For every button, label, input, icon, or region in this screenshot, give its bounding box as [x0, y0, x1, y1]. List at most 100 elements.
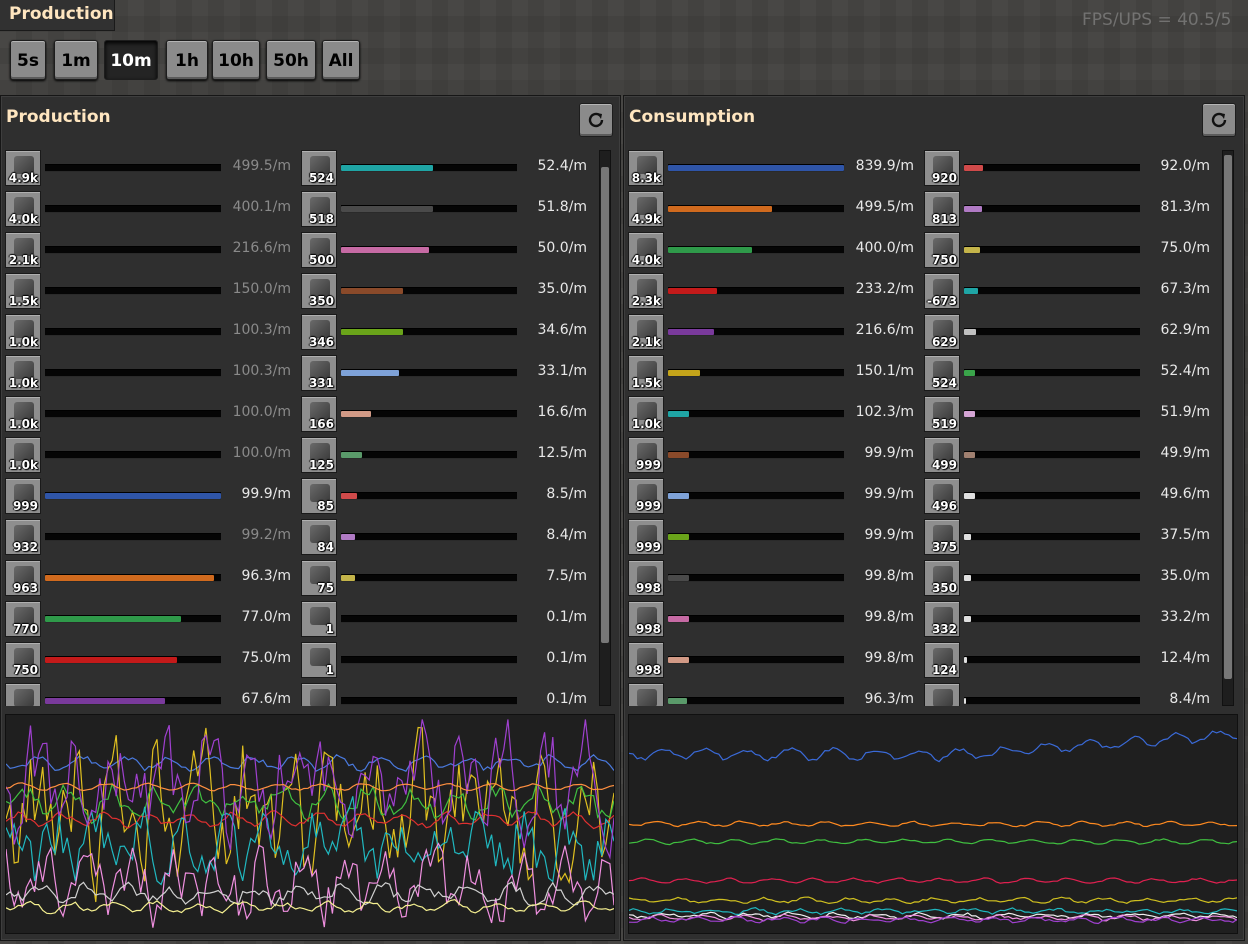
item-row[interactable]: 1.5k 150.0/m [5, 271, 301, 309]
time-button-10m[interactable]: 10m [104, 40, 158, 80]
item-row[interactable]: 8.4/m [924, 681, 1220, 706]
steel-plate-icon[interactable]: 998 [628, 560, 664, 596]
item-row[interactable]: 750 75.0/m [5, 640, 301, 678]
item-row[interactable]: 4.9k 499.5/m [5, 148, 301, 186]
item-row[interactable]: 4.0k 400.0/m [628, 230, 924, 268]
item-row[interactable]: 346 34.6/m [301, 312, 597, 350]
item-row[interactable]: 524 52.4/m [301, 148, 597, 186]
item-row[interactable]: 1.5k 150.1/m [628, 353, 924, 391]
item-row[interactable]: 998 99.8/m [628, 640, 924, 678]
item-row[interactable]: 813 81.3/m [924, 189, 1220, 227]
item-row[interactable]: 519 51.9/m [924, 394, 1220, 432]
item-row[interactable]: 920 92.0/m [924, 148, 1220, 186]
item-row[interactable]: 1 0.1/m [301, 599, 597, 637]
wood-plank-icon[interactable]: 500 [301, 232, 337, 268]
electronic-circuit-icon[interactable]: 1.0k [5, 437, 41, 473]
copper-plate-icon[interactable]: 2.1k [5, 232, 41, 268]
time-button-1h[interactable]: 1h [166, 40, 208, 80]
item-row[interactable]: 350 35.0/m [301, 271, 597, 309]
item-row[interactable]: 0.1/m [301, 681, 597, 706]
iron-ore-icon[interactable]: 524 [924, 355, 960, 391]
stone-dust-icon[interactable]: 84 [301, 519, 337, 555]
iron-plate-icon[interactable]: 770 [5, 601, 41, 637]
engine-icon[interactable]: 932 [5, 519, 41, 555]
production-reset-button[interactable] [579, 103, 613, 137]
item-row[interactable]: 1 0.1/m [301, 640, 597, 678]
item-row[interactable]: 84 8.4/m [301, 517, 597, 555]
plastic-bar-icon[interactable]: 963 [5, 560, 41, 596]
stone-brick-icon[interactable]: 750 [924, 232, 960, 268]
window-title-tab[interactable]: Production [0, 0, 115, 31]
time-button-10h[interactable]: 10h [212, 40, 260, 80]
item-row[interactable]: 499 49.9/m [924, 435, 1220, 473]
item-row[interactable]: 1.0k 100.3/m [5, 353, 301, 391]
battery-icon[interactable]: 496 [924, 478, 960, 514]
item-row[interactable]: 524 52.4/m [924, 353, 1220, 391]
item-row[interactable]: 4.9k 499.5/m [628, 189, 924, 227]
stone-brick-icon[interactable]: 1.5k [5, 273, 41, 309]
item-row[interactable]: 963 96.3/m [5, 558, 301, 596]
stone-icon[interactable]: 750 [5, 642, 41, 678]
item-row[interactable]: 932 99.2/m [5, 517, 301, 555]
wood-box-icon[interactable]: 999 [628, 478, 664, 514]
item-row[interactable]: 770 77.0/m [5, 599, 301, 637]
item-row[interactable]: 331 33.1/m [301, 353, 597, 391]
sapling-icon[interactable] [5, 683, 41, 706]
wood-box-icon[interactable]: 1.0k [5, 396, 41, 432]
copper-ore-icon[interactable]: 124 [924, 642, 960, 678]
steel-plate-icon[interactable]: 1.0k [5, 314, 41, 350]
item-row[interactable]: 4.0k 400.1/m [5, 189, 301, 227]
item-row[interactable]: 2.1k 216.6/m [5, 230, 301, 268]
item-row[interactable]: 1.0k 102.3/m [628, 394, 924, 432]
electronic-circuit-icon[interactable]: 999 [628, 519, 664, 555]
consumption-scrollbar[interactable] [1222, 150, 1234, 706]
item-row[interactable]: 2.3k 233.2/m [628, 271, 924, 309]
sapling-icon[interactable]: -673 [924, 273, 960, 309]
item-row[interactable]: 75 7.5/m [301, 558, 597, 596]
item-row[interactable]: 999 99.9/m [628, 517, 924, 555]
production-scroll-thumb[interactable] [601, 167, 609, 643]
pipe-icon[interactable]: 4.9k [5, 150, 41, 186]
item-row[interactable]: 1.0k 100.0/m [5, 435, 301, 473]
item-row[interactable]: 999 99.9/m [628, 476, 924, 514]
time-button-all[interactable]: All [322, 40, 360, 80]
coal-icon[interactable]: 8.3k [628, 150, 664, 186]
consumption-scroll-thumb[interactable] [1224, 155, 1232, 679]
item-row[interactable]: 998 99.8/m [628, 599, 924, 637]
item-row[interactable]: 67.6/m [5, 681, 301, 706]
copper-ore-icon[interactable]: 2.1k [628, 314, 664, 350]
copper-coil-icon[interactable]: 375 [924, 519, 960, 555]
item-row[interactable]: 8.3k 839.9/m [628, 148, 924, 186]
item-row[interactable]: 999 99.9/m [628, 435, 924, 473]
item-row[interactable]: 1.0k 100.0/m [5, 394, 301, 432]
iron-plate-icon[interactable]: 813 [924, 191, 960, 227]
time-button-5s[interactable]: 5s [10, 40, 46, 80]
time-button-50h[interactable]: 50h [266, 40, 316, 80]
item-row[interactable]: 166 16.6/m [301, 394, 597, 432]
item-row[interactable]: 496 49.6/m [924, 476, 1220, 514]
item-row[interactable]: 2.1k 216.6/m [628, 312, 924, 350]
consumption-reset-button[interactable] [1202, 103, 1236, 137]
pipe-icon[interactable]: 4.9k [628, 191, 664, 227]
stone-dust-icon[interactable] [924, 683, 960, 706]
item-row[interactable]: -673 67.3/m [924, 271, 1220, 309]
item-row[interactable]: 629 62.9/m [924, 312, 1220, 350]
production-scrollbar[interactable] [599, 150, 611, 706]
robot-arm-icon[interactable]: 75 [301, 560, 337, 596]
iron-plate-icon[interactable]: 524 [301, 150, 337, 186]
copper-coil-icon[interactable]: 350 [301, 273, 337, 309]
iron-rod-icon[interactable]: 332 [924, 601, 960, 637]
item-row[interactable]: 332 33.2/m [924, 599, 1220, 637]
wood-plank-icon[interactable]: 499 [924, 437, 960, 473]
plastic-bar-icon[interactable]: 1.0k [628, 396, 664, 432]
iron-gear-icon[interactable]: 998 [628, 601, 664, 637]
item-row[interactable]: 750 75.0/m [924, 230, 1220, 268]
salt-icon[interactable]: 85 [301, 478, 337, 514]
grate-icon[interactable]: 166 [301, 396, 337, 432]
stone-icon[interactable]: 1.5k [628, 355, 664, 391]
item-row[interactable]: 518 51.8/m [301, 189, 597, 227]
wood-icon[interactable]: 629 [924, 314, 960, 350]
iron-gear-icon[interactable]: 1.0k [5, 355, 41, 391]
circuit-board-icon[interactable]: 999 [5, 478, 41, 514]
item-row[interactable]: 998 99.8/m [628, 558, 924, 596]
